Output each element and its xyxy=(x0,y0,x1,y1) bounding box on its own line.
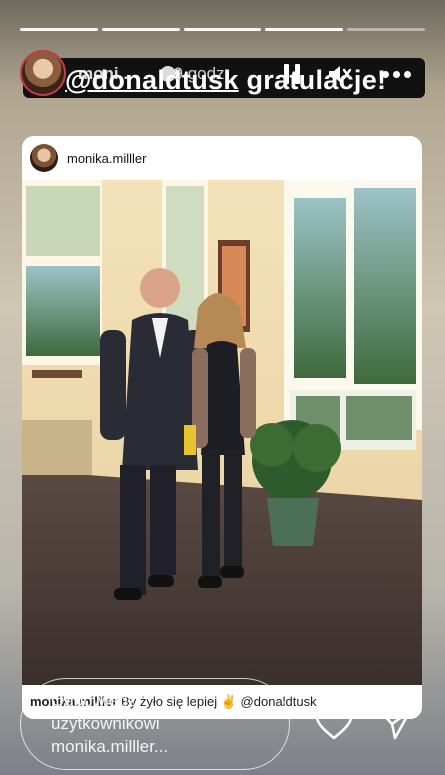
pause-icon[interactable] xyxy=(278,62,306,86)
heart-icon[interactable] xyxy=(315,707,353,741)
shared-post-card[interactable]: monika.milller monika.milller By żyło si… xyxy=(22,136,422,719)
story-progress-bar xyxy=(20,28,425,31)
verified-icon xyxy=(160,66,176,82)
post-username[interactable]: monika.milller xyxy=(67,151,146,166)
post-photo xyxy=(22,180,422,685)
mute-icon[interactable] xyxy=(326,62,354,86)
post-avatar[interactable] xyxy=(30,144,58,172)
progress-segment xyxy=(265,28,344,31)
progress-segment xyxy=(101,28,180,31)
avatar[interactable] xyxy=(20,50,66,96)
send-icon[interactable] xyxy=(377,707,413,741)
progress-segment xyxy=(20,28,98,31)
reply-input[interactable]: Odpowiedz użytkownikowi monika.milller..… xyxy=(20,678,290,770)
post-header: monika.milller xyxy=(22,136,422,180)
story-time: 9 godz. xyxy=(173,64,230,83)
progress-segment xyxy=(347,28,425,31)
story-meta: moni... 9 godz. xyxy=(78,64,229,84)
story-header: @donaldtusk gratulacje! moni... 9 godz. xyxy=(20,48,425,100)
more-icon[interactable] xyxy=(376,62,416,86)
story-username[interactable]: moni... xyxy=(78,64,133,83)
reply-placeholder: Odpowiedz użytkownikowi monika.milller..… xyxy=(51,691,169,756)
progress-segment xyxy=(183,28,262,31)
sticker-message: gratulacje! xyxy=(246,65,387,95)
